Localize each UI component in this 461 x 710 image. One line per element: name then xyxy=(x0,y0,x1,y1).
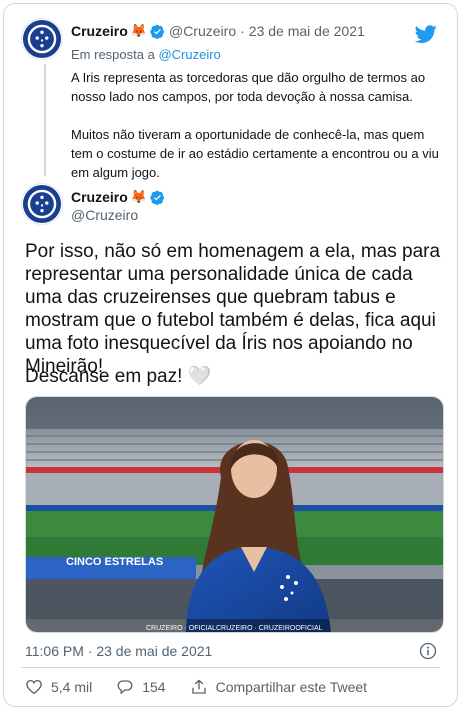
fox-emoji: 🦊 xyxy=(130,189,147,204)
verified-badge-icon xyxy=(150,24,165,39)
reply-paragraph-1: A Iris representa as torcedoras que dão … xyxy=(71,70,426,104)
twitter-bird-icon[interactable] xyxy=(415,23,437,45)
share-label: Compartilhar este Tweet xyxy=(215,679,368,695)
tweet-photo[interactable]: CINCO ESTRELAS CRUZEIRO · OFICIALCRUZEIR… xyxy=(25,396,444,633)
reply-mention-link[interactable]: @Cruzeiro xyxy=(158,47,220,62)
tweet-timestamp[interactable]: 11:06 PM · 23 de mai de 2021 xyxy=(25,643,212,659)
tweet-header: Cruzeiro 🦊 @Cruzeiro · 23 de mai de 2021 xyxy=(71,23,365,39)
like-button[interactable]: 5,4 mil xyxy=(25,678,92,696)
avatar[interactable] xyxy=(21,183,63,225)
stadium-photo: CINCO ESTRELAS CRUZEIRO · OFICIALCRUZEIR… xyxy=(26,397,443,632)
info-icon[interactable] xyxy=(419,642,437,660)
reply-prefix: Em resposta a xyxy=(71,47,155,62)
heart-icon xyxy=(26,679,42,695)
reply-button[interactable]: 154 xyxy=(116,678,166,696)
reply-icon xyxy=(117,680,133,695)
tweet-header: Cruzeiro 🦊 xyxy=(71,189,165,205)
tweet-card: Cruzeiro 🦊 @Cruzeiro · 23 de mai de 2021… xyxy=(3,3,458,707)
share-button[interactable]: Compartilhar este Tweet xyxy=(190,678,367,696)
reply-paragraph-2: Muitos não tiveram a oportunidade de con… xyxy=(71,127,439,180)
share-icon xyxy=(191,679,206,694)
user-handle[interactable]: @Cruzeiro xyxy=(71,207,138,223)
verified-badge-icon xyxy=(150,190,165,205)
reply-count: 154 xyxy=(142,679,166,695)
thread-line xyxy=(44,64,46,176)
display-name[interactable]: Cruzeiro xyxy=(71,23,128,39)
avatar[interactable] xyxy=(21,18,63,60)
tweet-date[interactable]: 23 de mai de 2021 xyxy=(249,23,365,39)
like-count: 5,4 mil xyxy=(51,679,93,695)
separator-dot: · xyxy=(240,23,245,39)
reply-context: Em resposta a @Cruzeiro xyxy=(71,47,221,62)
tweet-text-closing: Descanse em paz! 🤍 xyxy=(25,366,212,387)
fox-emoji: 🦊 xyxy=(130,23,147,38)
divider xyxy=(21,667,440,668)
photo-watermark: CRUZEIRO · OFICIALCRUZEIRO · CRUZEIROOFI… xyxy=(146,625,323,632)
cruzeiro-crest-icon xyxy=(22,184,62,224)
cruzeiro-crest-icon xyxy=(22,19,62,59)
user-handle[interactable]: @Cruzeiro xyxy=(169,23,236,39)
tweet-text: Por isso, não só em homenagem a ela, mas… xyxy=(25,241,441,377)
tweet-actions: 5,4 mil 154 Compartilhar este Tweet xyxy=(25,678,391,696)
display-name[interactable]: Cruzeiro xyxy=(71,189,128,205)
ad-board-text: CINCO ESTRELAS xyxy=(66,556,163,568)
